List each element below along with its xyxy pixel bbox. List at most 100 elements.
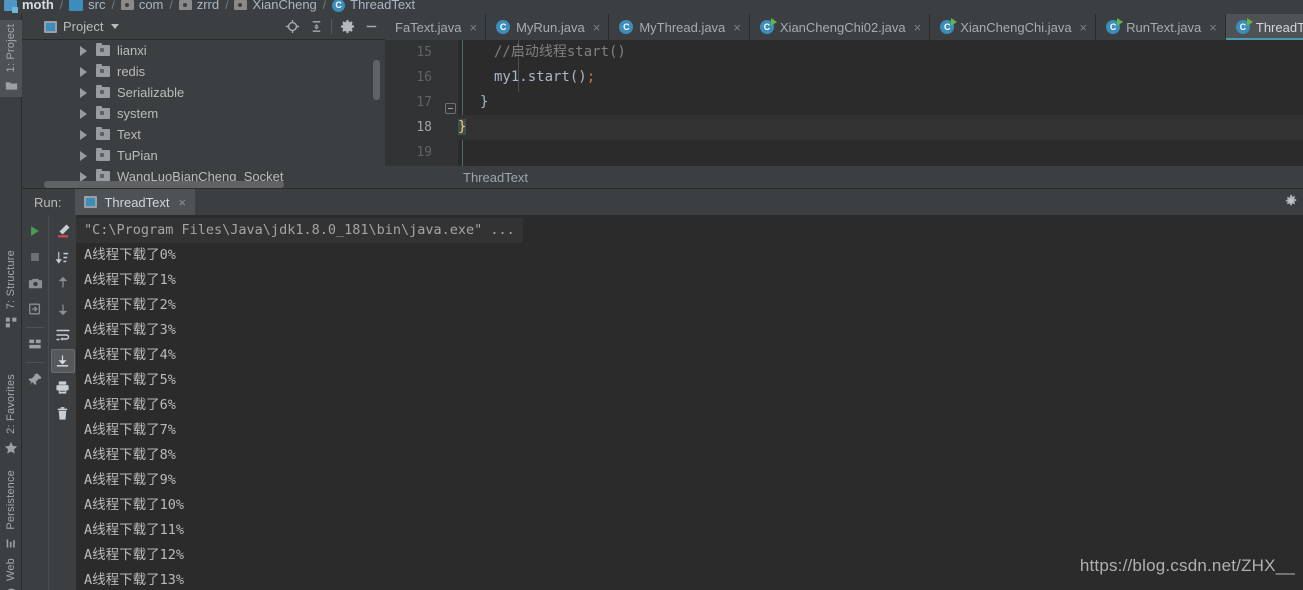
tree-node-system[interactable]: system — [22, 103, 385, 124]
pin-icon[interactable] — [23, 367, 47, 391]
collapsed-arrow-icon[interactable] — [80, 150, 87, 161]
editor-tab-mythread-java[interactable]: C MyThread.java × — [609, 14, 750, 40]
collapsed-arrow-icon[interactable] — [80, 108, 87, 119]
console-line-wrapper: A线程下载了0% — [76, 243, 1303, 268]
breadcrumb-item-src[interactable]: src — [69, 0, 105, 14]
breadcrumb-item-com[interactable]: com — [120, 0, 163, 14]
code-token: ; — [586, 69, 596, 85]
highlight-pen-icon[interactable] — [51, 219, 75, 243]
stop-icon[interactable] — [23, 245, 47, 269]
rerun-icon[interactable] — [23, 219, 47, 243]
print-icon[interactable] — [51, 375, 75, 399]
breadcrumb-label: moth — [22, 0, 54, 12]
rail-button-label: 1: Project — [5, 24, 17, 73]
code-line-18[interactable]: } — [458, 115, 1303, 140]
sort-icon[interactable] — [51, 245, 75, 269]
rail-button-persistence[interactable]: Persistence — [0, 466, 22, 555]
breadcrumb-item-zrrd[interactable]: zrrd — [178, 0, 219, 14]
tree-node-text[interactable]: Text — [22, 124, 385, 145]
editor-tab-label: MyThread.java — [639, 19, 726, 35]
rail-button-7-structure[interactable]: 7: Structure — [0, 246, 22, 334]
close-icon[interactable]: × — [1080, 20, 1088, 35]
console-line-wrapper: A线程下载了8% — [76, 443, 1303, 468]
console-output[interactable]: "C:\Program Files\Java\jdk1.8.0_181\bin\… — [76, 215, 1303, 590]
code-fold-icon[interactable] — [445, 103, 456, 114]
folder-icon — [96, 85, 110, 98]
tree-node-redis[interactable]: redis — [22, 61, 385, 82]
breadcrumb-separator: / — [225, 0, 229, 12]
editor-tab-threadtext-java[interactable]: CThreadText.java× — [1225, 14, 1303, 40]
rail-button-2-favorites[interactable]: 2: Favorites — [0, 370, 22, 460]
line-number-16: 16 — [416, 70, 432, 85]
close-icon[interactable]: × — [593, 20, 601, 35]
code-token: } — [458, 119, 467, 135]
editor-tab-xianchengchi02-java[interactable]: C XianChengChi02.java × — [750, 14, 931, 40]
tree-node-serializable[interactable]: Serializable — [22, 82, 385, 103]
console-line-wrapper: A线程下载了2% — [76, 293, 1303, 318]
collapsed-arrow-icon[interactable] — [80, 45, 87, 56]
close-icon[interactable]: × — [733, 20, 741, 35]
run-toolbar-right — [48, 215, 76, 590]
rail-button-1-project[interactable]: 1: Project — [0, 20, 22, 98]
editor-tab-runtext-java[interactable]: C RunText.java × — [1096, 14, 1226, 40]
project-tree-horizontal-scrollbar[interactable] — [44, 181, 284, 188]
code-line-15[interactable]: //启动线程start() — [458, 40, 1303, 65]
camera-icon[interactable] — [23, 271, 47, 295]
tree-node-tupian[interactable]: TuPian — [22, 145, 385, 166]
trash-icon[interactable] — [51, 401, 75, 425]
minimize-icon[interactable] — [359, 15, 383, 39]
breadcrumb-item-moth[interactable]: moth — [4, 0, 54, 14]
tree-node-label: system — [117, 106, 159, 121]
console-output-line: A线程下载了5% — [84, 372, 176, 388]
breadcrumb-item-xiancheng[interactable]: XianCheng — [234, 0, 317, 14]
close-icon[interactable]: × — [469, 20, 477, 35]
project-tree-vertical-scrollbar[interactable] — [373, 60, 380, 100]
run-panel-header: Run: ThreadText × — [22, 189, 1303, 215]
soft-wrap-icon[interactable] — [51, 323, 75, 347]
close-icon[interactable]: × — [179, 195, 187, 210]
run-toolbar-left — [22, 215, 48, 590]
class-icon: C — [496, 20, 511, 34]
collapsed-arrow-icon[interactable] — [80, 171, 87, 182]
collapsed-arrow-icon[interactable] — [80, 129, 87, 140]
chevron-down-icon[interactable] — [111, 24, 120, 29]
close-icon[interactable]: × — [914, 20, 922, 35]
run-panel-header-actions — [1279, 189, 1303, 215]
tree-node-label: TuPian — [117, 148, 158, 163]
run-tab-threadtext[interactable]: ThreadText × — [75, 189, 196, 215]
run-tab-label: ThreadText — [104, 194, 170, 210]
code-token: } — [480, 94, 489, 110]
editor-tab-label: FaText.java — [395, 19, 462, 35]
tree-node-lianxi[interactable]: lianxi — [22, 40, 385, 61]
collapsed-arrow-icon[interactable] — [80, 87, 87, 98]
project-title-button[interactable]: Project — [44, 19, 120, 34]
export-icon[interactable] — [23, 297, 47, 321]
console-output-line: A线程下载了3% — [84, 322, 176, 338]
editor-breadcrumb-label: ThreadText — [463, 169, 529, 185]
code-line-19[interactable] — [458, 140, 1303, 165]
scroll-to-end-icon[interactable] — [50, 349, 75, 373]
gear-icon[interactable] — [335, 15, 359, 39]
arrow-down-icon[interactable] — [51, 297, 75, 321]
breadcrumb-item-threadtext[interactable]: C ThreadText — [332, 0, 415, 14]
editor-tab-myrun-java[interactable]: C MyRun.java × — [486, 14, 610, 40]
editor-tab-fatext-java[interactable]: FaText.java × — [385, 14, 487, 40]
rail-button-web[interactable]: Web — [0, 554, 22, 590]
editor-tab-xianchengchi-java[interactable]: C XianChengChi.java × — [930, 14, 1097, 40]
project-file-tree[interactable]: lianxi redis Serializable system Text TuPian W… — [22, 40, 385, 188]
arrow-up-icon[interactable] — [51, 271, 75, 295]
code-line-16[interactable]: my1.start(); — [458, 65, 1303, 90]
tree-node-label: Serializable — [117, 85, 185, 100]
close-icon[interactable]: × — [1209, 20, 1217, 35]
code-line-17[interactable]: } — [458, 90, 1303, 115]
line-number-18: 18 — [416, 120, 432, 135]
breadcrumb-separator: / — [111, 0, 115, 12]
code-editor[interactable]: 15 16 17 18 19 //启动线程start() my1.start();}} T… — [385, 40, 1303, 188]
class-icon: C — [619, 20, 634, 34]
locate-target-icon[interactable] — [280, 15, 304, 39]
settings-icon[interactable] — [1279, 189, 1303, 213]
collapse-all-icon[interactable] — [304, 15, 328, 39]
layout-icon[interactable] — [23, 332, 47, 356]
collapsed-arrow-icon[interactable] — [80, 66, 87, 77]
run-tool-window: Run: ThreadText × "C:\Program Files\Java… — [22, 188, 1303, 590]
